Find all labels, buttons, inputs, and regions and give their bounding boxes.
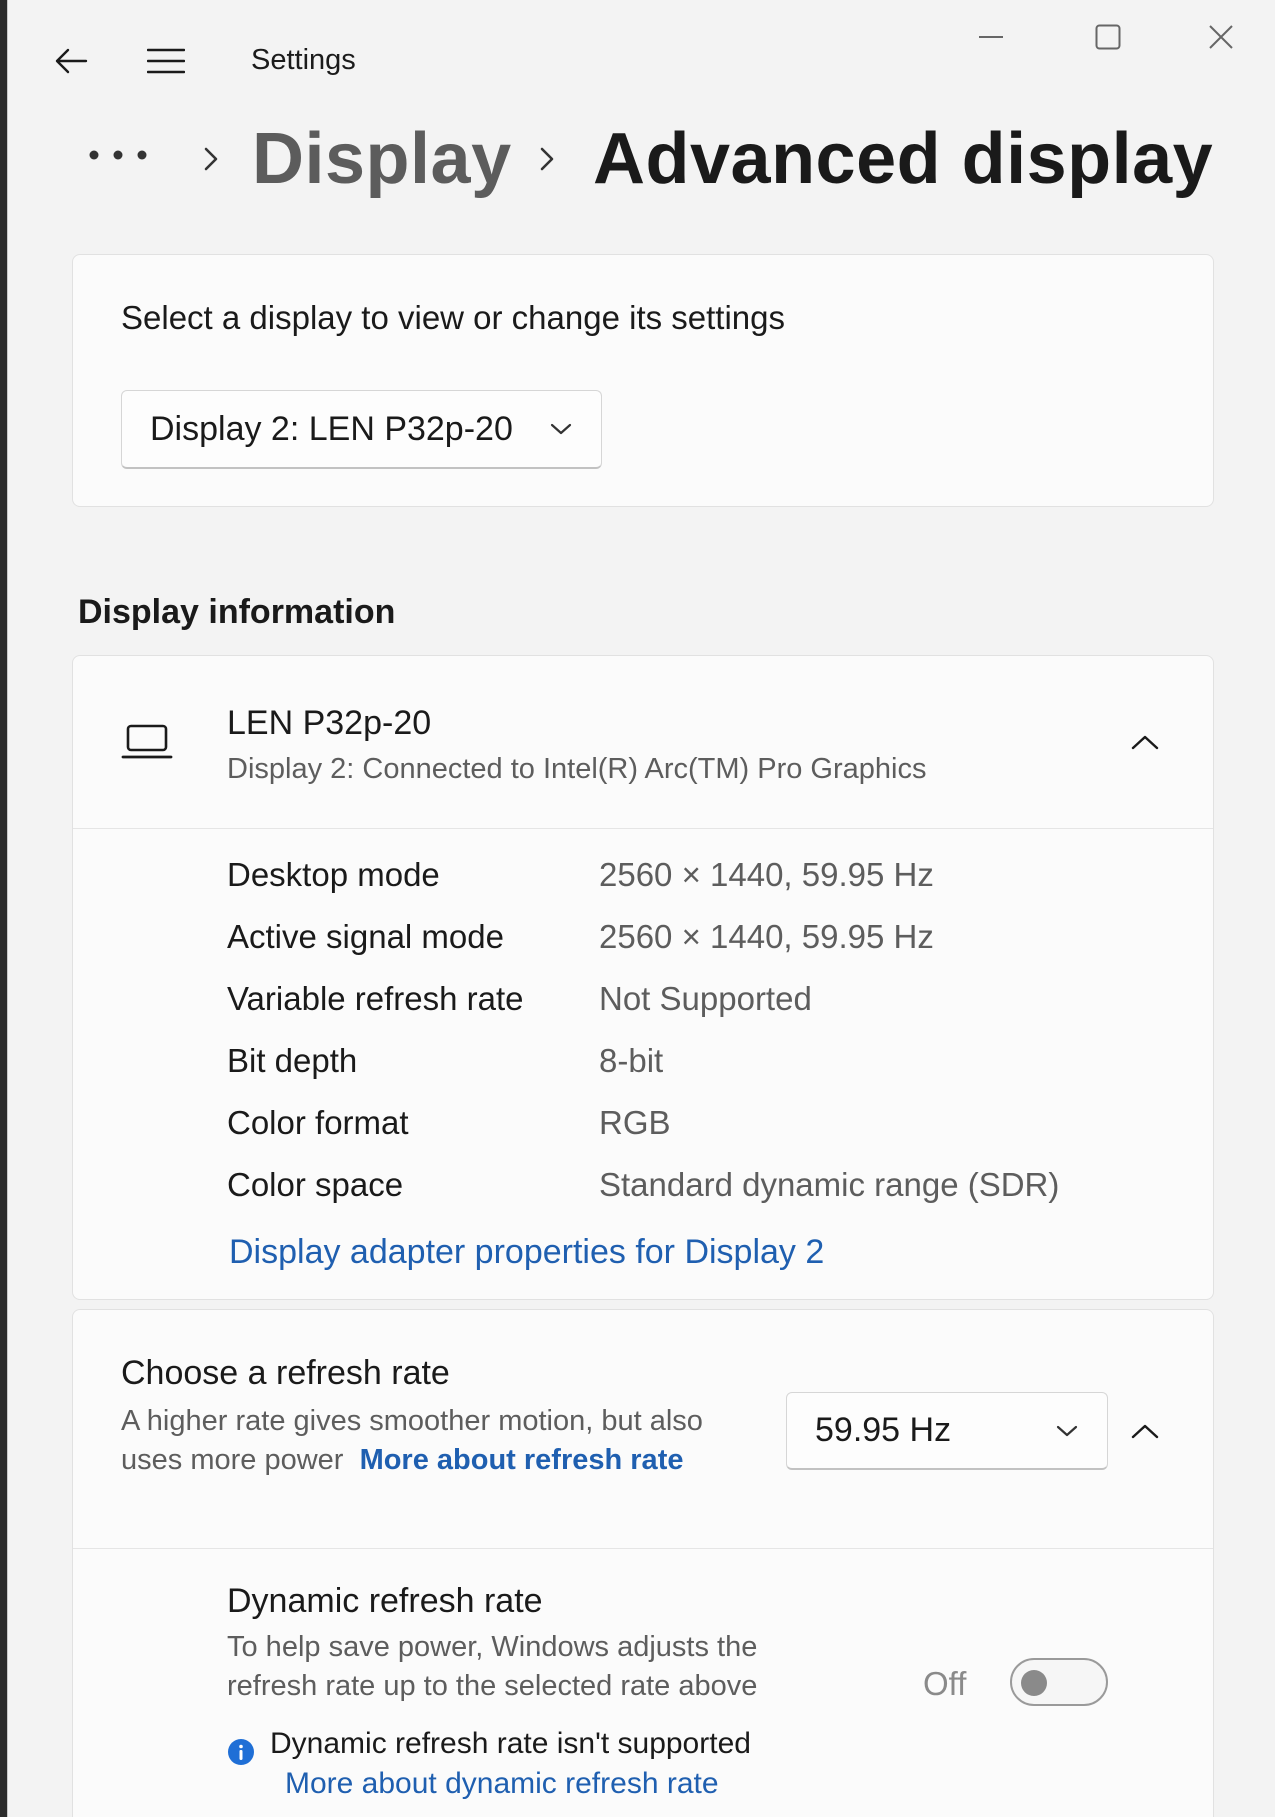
monitor-connection: Display 2: Connected to Intel(R) Arc(TM)… bbox=[227, 753, 927, 785]
info-value: Not Supported bbox=[599, 980, 812, 1017]
page-title: Advanced display bbox=[593, 119, 1214, 199]
display-select-dropdown[interactable]: Display 2: LEN P32p-20 bbox=[121, 390, 602, 469]
refresh-rate-dropdown[interactable]: 59.95 Hz bbox=[786, 1392, 1108, 1470]
navigation-menu-button[interactable] bbox=[141, 36, 191, 86]
dynamic-refresh-toggle[interactable] bbox=[1010, 1658, 1108, 1706]
chevron-down-icon bbox=[1055, 1421, 1079, 1441]
section-title-display-information: Display information bbox=[78, 593, 396, 631]
laptop-icon bbox=[121, 724, 173, 759]
toggle-knob bbox=[1021, 1670, 1047, 1696]
breadcrumb-more-button[interactable] bbox=[78, 130, 158, 180]
app-title: Settings bbox=[251, 44, 356, 76]
breadcrumb-chevron-icon bbox=[532, 134, 562, 184]
back-button[interactable] bbox=[46, 36, 96, 86]
info-label: Desktop mode bbox=[227, 856, 440, 893]
dynamic-refresh-warning: Dynamic refresh rate isn't supported bbox=[270, 1727, 751, 1760]
maximize-button[interactable] bbox=[1078, 12, 1138, 62]
chevron-down-icon bbox=[549, 419, 573, 439]
more-about-dynamic-refresh-link[interactable]: More about dynamic refresh rate bbox=[285, 1767, 719, 1801]
display-information-header[interactable]: LEN P32p-20 Display 2: Connected to Inte… bbox=[73, 656, 1213, 829]
refresh-rate-card: Choose a refresh rate A higher rate give… bbox=[72, 1309, 1214, 1817]
info-value: Standard dynamic range (SDR) bbox=[599, 1166, 1060, 1203]
close-icon bbox=[1209, 25, 1233, 49]
chevron-up-icon[interactable] bbox=[1127, 1413, 1163, 1449]
monitor-name: LEN P32p-20 bbox=[227, 704, 432, 742]
breadcrumb-display-link[interactable]: Display bbox=[252, 118, 512, 200]
refresh-rate-title: Choose a refresh rate bbox=[121, 1354, 450, 1392]
back-arrow-icon bbox=[55, 48, 88, 74]
display-information-card: LEN P32p-20 Display 2: Connected to Inte… bbox=[72, 655, 1214, 1300]
more-about-refresh-rate-link[interactable]: More about refresh rate bbox=[360, 1444, 684, 1476]
info-icon bbox=[228, 1739, 254, 1765]
close-button[interactable] bbox=[1191, 12, 1251, 62]
refresh-rate-description: A higher rate gives smoother motion, but… bbox=[121, 1402, 711, 1480]
info-value: 8-bit bbox=[599, 1042, 664, 1079]
select-display-label: Select a display to view or change its s… bbox=[121, 299, 786, 336]
info-label: Color format bbox=[227, 1104, 409, 1141]
select-display-card: Select a display to view or change its s… bbox=[72, 254, 1214, 507]
info-label: Active signal mode bbox=[227, 918, 504, 955]
breadcrumb-chevron-icon bbox=[196, 134, 226, 184]
refresh-rate-value: 59.95 Hz bbox=[815, 1411, 952, 1449]
maximize-icon bbox=[1095, 24, 1121, 50]
info-label: Bit depth bbox=[227, 1042, 358, 1079]
divider bbox=[73, 1548, 1213, 1549]
hamburger-menu-icon bbox=[147, 48, 185, 74]
chevron-up-icon[interactable] bbox=[1127, 724, 1163, 760]
more-dots-icon bbox=[89, 150, 147, 160]
info-value: 2560 × 1440, 59.95 Hz bbox=[599, 856, 934, 893]
display-adapter-properties-link[interactable]: Display adapter properties for Display 2 bbox=[229, 1233, 824, 1272]
display-select-value: Display 2: LEN P32p-20 bbox=[150, 409, 513, 448]
dynamic-refresh-toggle-state: Off bbox=[923, 1665, 967, 1702]
minimize-button[interactable] bbox=[961, 12, 1021, 62]
settings-window: Settings Display Advanced display Select… bbox=[7, 0, 1275, 1817]
info-label: Variable refresh rate bbox=[227, 980, 524, 1017]
minimize-icon bbox=[979, 36, 1003, 38]
dynamic-refresh-description: To help save power, Windows adjusts the … bbox=[227, 1631, 758, 1702]
dynamic-refresh-title: Dynamic refresh rate bbox=[227, 1582, 543, 1620]
info-value: RGB bbox=[599, 1104, 671, 1141]
info-value: 2560 × 1440, 59.95 Hz bbox=[599, 918, 934, 955]
info-label: Color space bbox=[227, 1166, 404, 1203]
